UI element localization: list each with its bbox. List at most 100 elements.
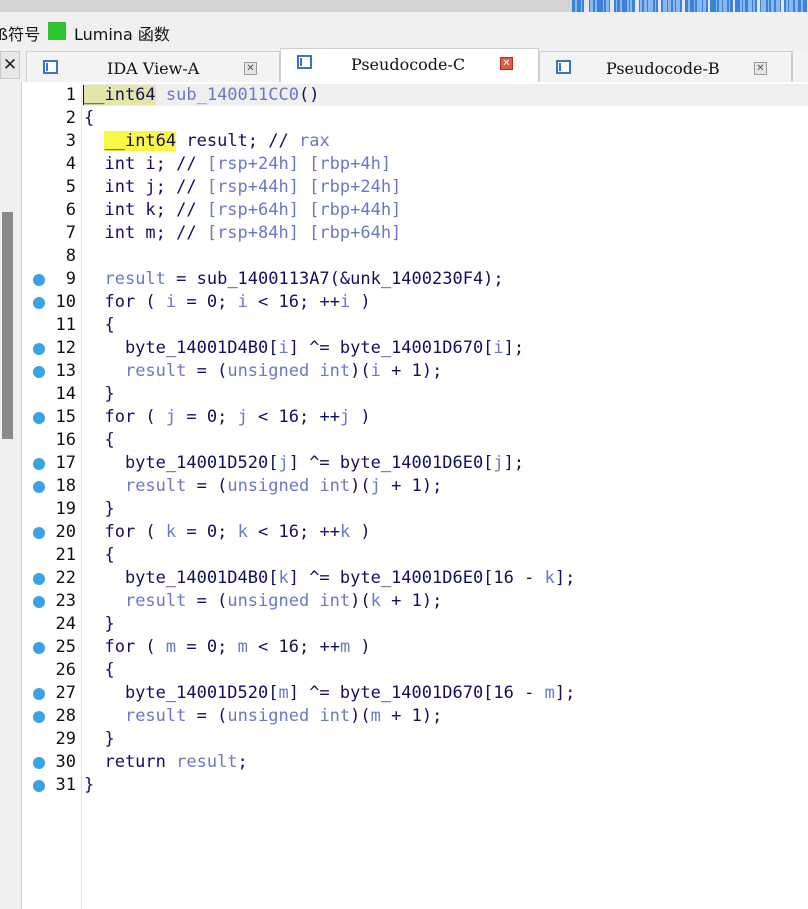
breakpoint-dot-icon[interactable] xyxy=(33,527,45,539)
code-token[interactable]: } xyxy=(84,384,114,404)
code-token[interactable]: int k; // xyxy=(84,200,207,220)
code-token[interactable]: )( xyxy=(350,706,370,726)
code-token[interactable]: )( xyxy=(350,476,370,496)
code-text[interactable]: result = (unsigned int)(m + 1); xyxy=(84,705,442,728)
close-icon[interactable]: ✕ xyxy=(0,51,20,79)
code-identifier[interactable]: k xyxy=(371,591,381,611)
code-line[interactable]: 24 } xyxy=(22,613,808,636)
breakpoint-dot-icon[interactable] xyxy=(33,366,45,378)
code-identifier[interactable]: j xyxy=(340,407,350,427)
code-text[interactable]: { xyxy=(84,544,114,567)
code-identifier[interactable]: k xyxy=(238,522,248,542)
code-token[interactable]: byte_14001D4B0[ xyxy=(84,338,279,358)
navigation-band[interactable] xyxy=(0,0,808,12)
code-token[interactable]: ; xyxy=(238,752,248,772)
code-token[interactable]: { xyxy=(84,545,114,565)
code-identifier[interactable]: j xyxy=(278,453,288,473)
breakpoint-dot-icon[interactable] xyxy=(33,458,45,470)
code-identifier[interactable]: m xyxy=(238,637,248,657)
code-identifier[interactable]: j xyxy=(371,476,381,496)
breakpoint-dot-icon[interactable] xyxy=(33,642,45,654)
code-token[interactable]: ]; xyxy=(504,453,524,473)
code-line[interactable]: 9 result = sub_1400113A7(&unk_1400230F4)… xyxy=(22,268,808,291)
code-text[interactable]: result = (unsigned int)(j + 1); xyxy=(84,475,442,498)
code-line[interactable]: 21 { xyxy=(22,544,808,567)
breakpoint-dot-icon[interactable] xyxy=(33,757,45,769)
code-token[interactable]: return xyxy=(84,752,176,772)
code-token[interactable] xyxy=(84,476,125,496)
code-identifier[interactable]: result xyxy=(125,706,186,726)
code-token[interactable]: for ( xyxy=(84,407,166,427)
code-text[interactable]: result = (unsigned int)(i + 1); xyxy=(84,360,442,383)
code-text[interactable]: return result; xyxy=(84,751,248,774)
code-text[interactable]: } xyxy=(84,774,94,797)
code-token[interactable]: { xyxy=(84,660,114,680)
code-line[interactable]: 14 } xyxy=(22,383,808,406)
code-identifier[interactable]: j xyxy=(493,453,503,473)
code-token[interactable] xyxy=(84,361,125,381)
code-text[interactable]: for ( i = 0; i < 16; ++i ) xyxy=(84,291,370,314)
code-identifier[interactable]: result xyxy=(125,361,186,381)
code-text[interactable]: byte_14001D4B0[i] ^= byte_14001D670[i]; xyxy=(84,337,524,360)
code-text[interactable]: for ( k = 0; k < 16; ++k ) xyxy=(84,521,370,544)
code-identifier[interactable]: result xyxy=(125,591,186,611)
breakpoint-dot-icon[interactable] xyxy=(33,297,45,309)
code-token[interactable]: { xyxy=(84,315,114,335)
code-token[interactable]: ] ^= byte_14001D6E0[ xyxy=(289,453,494,473)
code-line[interactable]: 11 { xyxy=(22,314,808,337)
tab-close-icon[interactable]: ✕ xyxy=(500,57,513,70)
code-identifier[interactable]: k xyxy=(340,522,350,542)
code-token[interactable] xyxy=(84,269,104,289)
code-line[interactable]: 19 } xyxy=(22,498,808,521)
code-token[interactable]: for ( xyxy=(84,292,166,312)
breakpoint-dot-icon[interactable] xyxy=(33,780,45,792)
tab-close-icon[interactable]: ✕ xyxy=(244,62,257,75)
code-token[interactable]: ] ^= byte_14001D6E0[16 - xyxy=(289,568,545,588)
code-line[interactable]: 29 } xyxy=(22,728,808,751)
code-text[interactable]: byte_14001D520[j] ^= byte_14001D6E0[j]; xyxy=(84,452,524,475)
code-identifier[interactable]: m xyxy=(166,637,176,657)
code-text[interactable]: byte_14001D520[m] ^= byte_14001D670[16 -… xyxy=(84,682,575,705)
code-identifier[interactable]: result xyxy=(176,752,237,772)
code-token[interactable]: = 0; xyxy=(176,292,237,312)
code-text[interactable]: int j; // [rsp+44h] [rbp+24h] xyxy=(84,176,401,199)
code-line[interactable]: 8 xyxy=(22,245,808,268)
code-token[interactable]: int i; // xyxy=(84,154,207,174)
breakpoint-dot-icon[interactable] xyxy=(33,412,45,424)
code-text[interactable]: int i; // [rsp+24h] [rbp+4h] xyxy=(84,153,391,176)
code-text[interactable]: result = sub_1400113A7(&unk_1400230F4); xyxy=(84,268,503,291)
code-line[interactable]: 13 result = (unsigned int)(i + 1); xyxy=(22,360,808,383)
code-token[interactable] xyxy=(84,591,125,611)
code-token[interactable]: byte_14001D520[ xyxy=(84,453,279,473)
code-token[interactable]: ] ^= byte_14001D670[16 - xyxy=(289,683,545,703)
code-token[interactable]: { xyxy=(84,430,114,450)
code-token[interactable]: } xyxy=(84,775,94,795)
code-text[interactable]: for ( j = 0; j < 16; ++j ) xyxy=(84,406,370,429)
code-token[interactable]: int j; // xyxy=(84,177,207,197)
code-token[interactable]: } xyxy=(84,729,114,749)
code-token[interactable]: () xyxy=(299,85,319,105)
code-token[interactable]: for ( xyxy=(84,522,166,542)
breakpoint-dot-icon[interactable] xyxy=(33,688,45,700)
code-token[interactable]: ) xyxy=(350,292,370,312)
code-token[interactable]: = 0; xyxy=(176,637,237,657)
code-token[interactable]: = ( xyxy=(186,361,228,381)
code-line[interactable]: 2{ xyxy=(22,107,808,130)
code-token[interactable]: = ( xyxy=(186,591,228,611)
code-identifier[interactable]: [rsp+24h] [rbp+4h] xyxy=(207,154,391,174)
code-token[interactable]: + 1); xyxy=(381,591,442,611)
code-line[interactable]: 16 { xyxy=(22,429,808,452)
breakpoint-dot-icon[interactable] xyxy=(33,343,45,355)
code-identifier[interactable]: m xyxy=(545,683,555,703)
code-text[interactable]: } xyxy=(84,613,114,636)
code-line[interactable]: 23 result = (unsigned int)(k + 1); xyxy=(22,590,808,613)
code-text[interactable]: for ( m = 0; m < 16; ++m ) xyxy=(84,636,370,659)
code-token[interactable]: + 1); xyxy=(381,361,442,381)
code-identifier[interactable]: unsigned int xyxy=(227,361,350,381)
code-text[interactable]: int m; // [rsp+84h] [rbp+64h] xyxy=(84,222,401,245)
code-identifier[interactable]: unsigned int xyxy=(227,476,350,496)
code-token[interactable]: = ( xyxy=(186,706,228,726)
code-identifier[interactable]: i xyxy=(238,292,248,312)
code-line[interactable]: 31} xyxy=(22,774,808,797)
code-token[interactable]: ]; xyxy=(555,683,575,703)
